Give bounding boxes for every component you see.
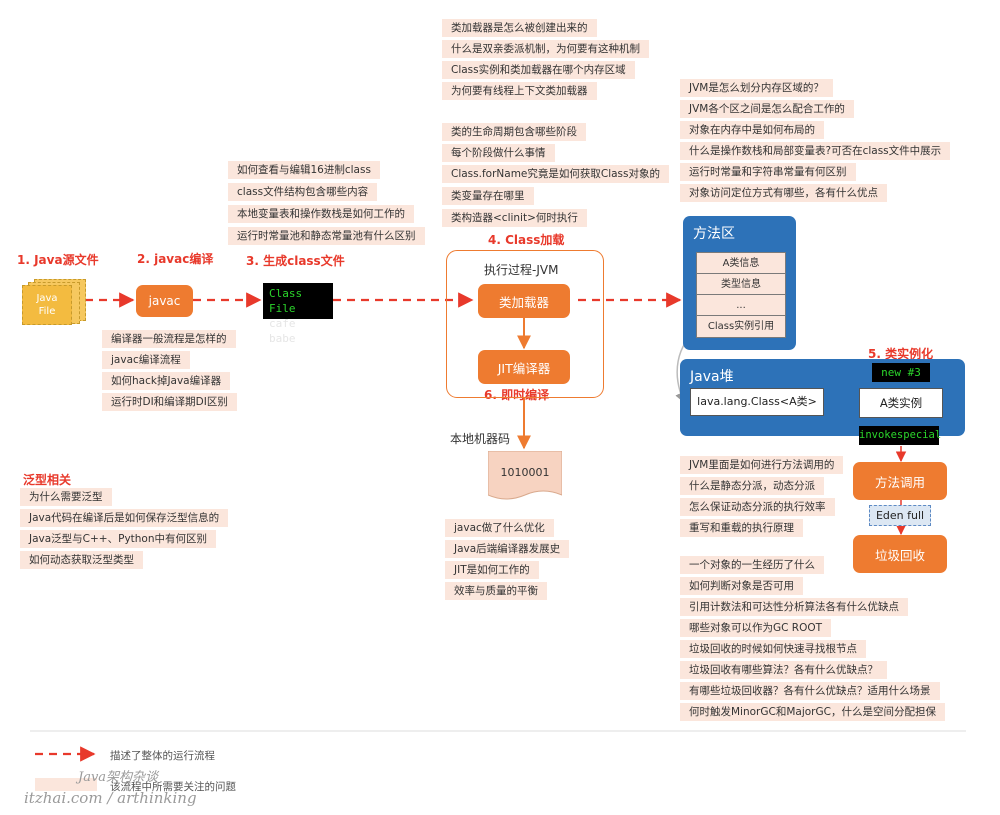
question-chip: 运行时常量和字符串常量有何区别 <box>680 163 856 181</box>
question-chip: 何时触发MinorGC和MajorGC，什么是空间分配担保 <box>680 703 945 721</box>
question-chip: javac做了什么优化 <box>445 519 554 537</box>
jvm-title: 执行过程-JVM <box>484 263 559 277</box>
stage-javac-compile: 2. javac编译 <box>137 252 214 266</box>
javac-node: javac <box>136 285 193 317</box>
question-chip: 垃圾回收有哪些算法？各有什么优缺点？ <box>680 661 887 679</box>
question-chip: 对象访问定位方式有哪些，各有什么优点 <box>680 184 887 202</box>
question-chip: 引用计数法和可达性分析算法各有什么优缺点 <box>680 598 908 616</box>
question-chip: 什么是操作数栈和局部变量表?可否在class文件中展示 <box>680 142 951 160</box>
class-file-node: Class File cafe babe <box>263 283 333 345</box>
question-chip: 效率与质量的平衡 <box>445 582 547 600</box>
native-code-label: 本地机器码 <box>450 432 511 446</box>
question-chip: 怎么保证动态分派的执行效率 <box>680 498 835 516</box>
question-chip: 如何查看与编辑16进制class <box>228 161 380 179</box>
jit-compiler-node: JIT编译器 <box>478 350 570 384</box>
stage-class-load: 4. Class加载 <box>488 233 565 247</box>
method-call-node: 方法调用 <box>853 462 947 500</box>
class-object-box: lava.lang.Class<A类> <box>690 388 824 416</box>
question-chip: 有哪些垃圾回收器？各有什么优缺点？适用什么场景 <box>680 682 940 700</box>
question-chip: 为何要有线程上下文类加载器 <box>442 82 597 100</box>
question-chip: 类构造器<clinit>何时执行 <box>442 209 587 227</box>
invokespecial-instruction: invokespecial <box>859 426 941 445</box>
question-chip: JIT是如何工作的 <box>445 561 539 579</box>
question-chip: 什么是双亲委派机制，为何要有这种机制 <box>442 40 649 58</box>
method-area-table: A类信息 类型信息 ... Class实例引用 <box>696 252 786 338</box>
question-chip: 如何判断对象是否可用 <box>680 577 803 595</box>
instance-box: A类实例 <box>859 388 943 418</box>
question-chip: 编译器一般流程是怎样的 <box>102 330 236 348</box>
question-chip: 如何hack掉Java编译器 <box>102 372 231 390</box>
question-chip: 一个对象的一生经历了什么 <box>680 556 824 574</box>
method-area: 方法区 A类信息 类型信息 ... Class实例引用 <box>683 216 796 350</box>
method-area-row: 类型信息 <box>697 274 785 295</box>
class-file-line1: Class File <box>269 287 303 315</box>
question-chip: 运行时常量池和静态常量池有什么区别 <box>228 227 425 245</box>
question-chip: 哪些对象可以作为GC ROOT <box>680 619 832 637</box>
stage-gen-class: 3. 生成class文件 <box>246 254 345 268</box>
question-chip: 如何动态获取泛型类型 <box>20 551 143 569</box>
question-chip: 什么是静态分派，动态分派 <box>680 477 824 495</box>
eden-full-badge: Eden full <box>869 505 931 526</box>
question-chip: class文件结构包含哪些内容 <box>228 183 378 201</box>
native-code-value: 1010001 <box>500 466 550 479</box>
method-area-title: 方法区 <box>693 226 735 242</box>
gc-node: 垃圾回收 <box>853 535 947 573</box>
java-file-label: Java File <box>22 285 72 325</box>
question-chip: 每个阶段做什么事情 <box>442 144 555 162</box>
question-chip: 类的生命周期包含哪些阶段 <box>442 123 586 141</box>
java-heap-title: Java堆 <box>690 369 734 385</box>
question-chip: 类变量存在哪里 <box>442 187 534 205</box>
java-file-icon: Java File <box>22 279 88 325</box>
question-chip: 运行时DI和编译期DI区别 <box>102 393 237 411</box>
question-chip: JVM是怎么划分内存区域的？ <box>680 79 833 97</box>
question-chip: 本地变量表和操作数栈是如何工作的 <box>228 205 414 223</box>
question-chip: 重写和重载的执行原理 <box>680 519 803 537</box>
legend-flow-text: 描述了整体的运行流程 <box>110 750 215 762</box>
question-chip: 类加载器是怎么被创建出来的 <box>442 19 597 37</box>
method-area-row: ... <box>697 295 785 316</box>
question-chip: Java代码在编译后是如何保存泛型信息的 <box>20 509 229 527</box>
question-chip: Java后端编译器发展史 <box>445 540 570 558</box>
question-chip: 垃圾回收的时候如何快速寻找根节点 <box>680 640 866 658</box>
question-chip: Class实例和类加载器在哪个内存区域 <box>442 61 635 79</box>
generics-title: 泛型相关 <box>23 473 72 487</box>
question-chip: JVM各个区之间是怎么配合工作的 <box>680 100 854 118</box>
new-instruction: new #3 <box>872 363 930 382</box>
question-chip: 为什么需要泛型 <box>20 488 112 506</box>
watermark-title: Java架构杂谈 <box>78 770 159 785</box>
watermark-url: itzhai.com / arthinking <box>24 789 197 807</box>
question-chip: javac编译流程 <box>102 351 190 369</box>
question-chip: Class.forName究竟是如何获取Class对象的 <box>442 165 669 183</box>
stage-java-source: 1. Java源文件 <box>17 253 99 267</box>
question-chip: 对象在内存中是如何布局的 <box>680 121 824 139</box>
class-file-line2: cafe babe <box>269 317 296 345</box>
method-area-row: Class实例引用 <box>697 316 785 337</box>
question-chip: JVM里面是如何进行方法调用的 <box>680 456 844 474</box>
method-area-row: A类信息 <box>697 253 785 274</box>
question-chip: Java泛型与C++、Python中有何区别 <box>20 530 217 548</box>
class-loader-node: 类加载器 <box>478 284 570 318</box>
